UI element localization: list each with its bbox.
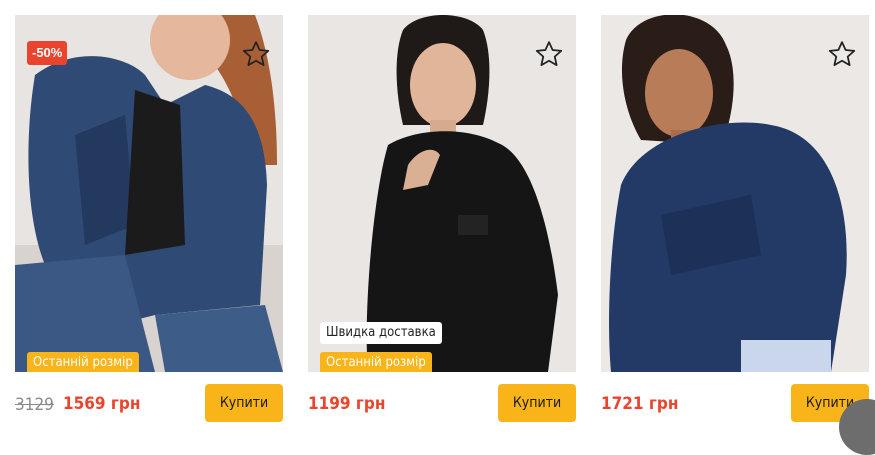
- tag-fast-delivery: Швидка доставка: [320, 322, 442, 344]
- product-image[interactable]: -50% Останній розмір: [15, 15, 283, 372]
- product-card: 1721 грн Купити: [601, 0, 869, 435]
- old-price: 3129: [15, 395, 54, 415]
- buy-button[interactable]: Купити: [205, 384, 283, 422]
- tag-last-size: Останній розмір: [320, 352, 432, 372]
- product-card: -50% Останній розмір 3129 1569 грн Купит…: [15, 0, 283, 435]
- star-outline-icon[interactable]: [534, 39, 564, 69]
- product-card: Швидка доставка Останній розмір 1199 грн…: [308, 0, 576, 435]
- price: 1721 грн: [601, 394, 679, 414]
- star-outline-icon[interactable]: [827, 39, 857, 69]
- price: 1569 грн: [63, 394, 141, 414]
- buy-button[interactable]: Купити: [498, 384, 576, 422]
- product-image[interactable]: [601, 15, 869, 372]
- price: 1199 грн: [308, 394, 386, 414]
- product-image[interactable]: Швидка доставка Останній розмір: [308, 15, 576, 372]
- sale-badge: -50%: [27, 41, 68, 65]
- star-outline-icon[interactable]: [241, 39, 271, 69]
- tag-last-size: Останній розмір: [27, 352, 139, 372]
